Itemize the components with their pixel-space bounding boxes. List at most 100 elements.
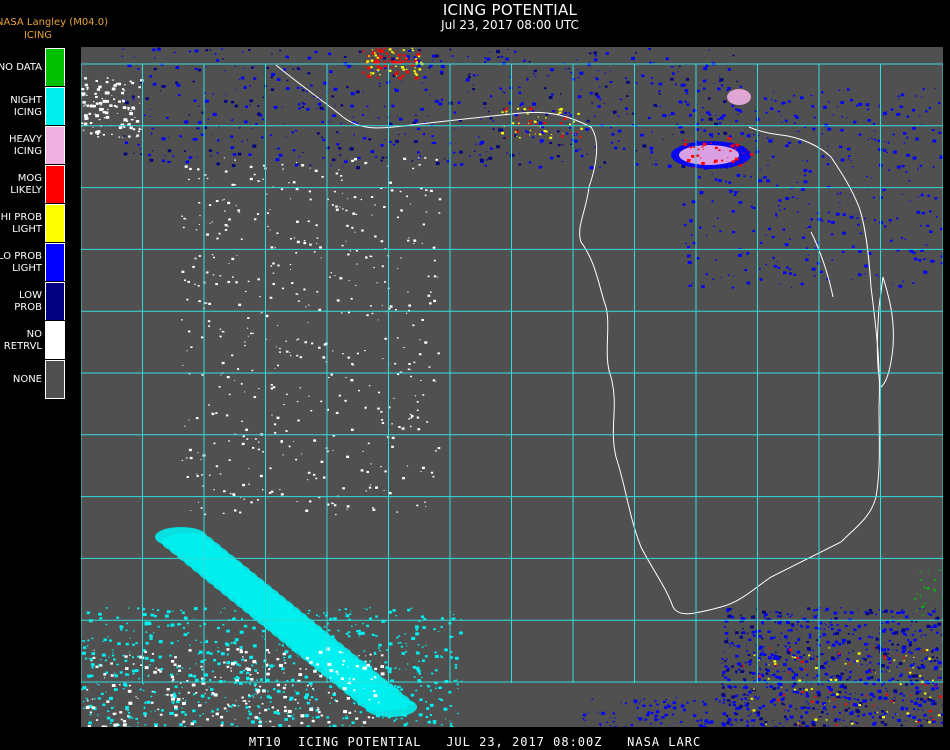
hi-prob-light-speckle <box>919 674 922 677</box>
lo-prob-light-speckle <box>122 48 125 50</box>
low-prob-speckle <box>612 110 617 114</box>
lo-prob-light-speckle <box>800 693 803 696</box>
hi-prob-light-speckle <box>767 678 770 680</box>
no-retrieval-speckle <box>83 122 88 126</box>
night-icing-speckle <box>349 725 351 727</box>
no-retrieval-speckle <box>89 711 93 714</box>
lo-prob-light-speckle <box>840 128 844 132</box>
lo-prob-light-speckle <box>772 256 775 259</box>
lo-prob-light-speckle <box>366 105 369 108</box>
lo-prob-light-speckle <box>912 282 915 284</box>
no-retrieval-speckle <box>279 351 281 353</box>
hi-prob-light-speckle <box>876 711 879 714</box>
no-retrieval-speckle <box>257 278 260 281</box>
lo-prob-light-speckle <box>767 227 772 231</box>
night-icing-speckle <box>86 611 90 615</box>
lo-prob-light-speckle <box>872 122 876 125</box>
lo-prob-light-speckle <box>901 165 905 168</box>
mog-likely-speckle <box>851 702 853 704</box>
no-retrieval-speckle <box>272 283 275 286</box>
low-prob-speckle <box>175 81 179 84</box>
legend-item-no-retrieval: NO RETRVL <box>0 321 66 360</box>
no-retrieval-speckle <box>137 130 140 133</box>
no-retrieval-speckle <box>92 104 96 108</box>
no-retrieval-speckle <box>408 237 410 239</box>
night-icing-speckle <box>394 667 397 669</box>
lo-prob-light-speckle <box>811 720 816 724</box>
low-prob-speckle <box>881 710 885 713</box>
no-retrieval-speckle <box>182 720 186 723</box>
legend-item-lo-prob-light: LO PROB LIGHT <box>0 243 66 282</box>
lo-prob-light-speckle <box>823 662 827 665</box>
low-prob-speckle <box>847 658 849 660</box>
low-prob-speckle <box>250 66 254 69</box>
lo-prob-light-speckle <box>712 173 714 175</box>
low-prob-speckle <box>449 48 452 51</box>
lo-prob-light-speckle <box>929 717 932 719</box>
lo-prob-light-speckle <box>216 59 220 62</box>
lo-prob-light-speckle <box>353 134 356 136</box>
lo-prob-light-speckle <box>844 691 847 694</box>
low-prob-speckle <box>746 702 750 705</box>
lo-prob-light-speckle <box>805 700 808 703</box>
night-icing-speckle <box>94 698 96 700</box>
mog-likely-speckle <box>528 107 532 110</box>
mog-likely-speckle <box>938 676 940 678</box>
night-icing-speckle <box>142 612 147 617</box>
lo-prob-light-speckle <box>766 179 770 183</box>
lo-prob-light-speckle <box>883 225 887 228</box>
no-retrieval-speckle <box>303 288 306 291</box>
no-retrieval-speckle <box>184 425 186 427</box>
lo-prob-light-speckle <box>871 716 875 719</box>
lo-prob-light-speckle <box>910 625 912 627</box>
lo-prob-light-speckle <box>776 670 780 673</box>
no-retrieval-speckle <box>374 235 377 238</box>
mog-likely-speckle <box>397 70 400 72</box>
lo-prob-light-speckle <box>842 719 845 722</box>
lo-prob-light-speckle <box>812 657 815 660</box>
lo-prob-light-speckle <box>813 677 816 679</box>
no-retrieval-speckle <box>127 106 130 109</box>
mog-likely-speckle <box>744 162 747 164</box>
lo-prob-light-speckle <box>840 101 845 104</box>
low-prob-speckle <box>799 637 801 639</box>
lo-prob-light-speckle <box>732 703 736 707</box>
low-prob-speckle <box>139 153 142 156</box>
no-retrieval-speckle <box>242 483 246 487</box>
no-retrieval-speckle <box>106 700 110 703</box>
night-icing-speckle <box>345 714 347 716</box>
night-icing-speckle <box>125 706 129 710</box>
lo-prob-light-speckle <box>744 702 747 704</box>
night-icing-speckle <box>406 663 409 665</box>
lo-prob-light-speckle <box>599 166 601 168</box>
low-prob-speckle <box>809 658 812 661</box>
no-retrieval-speckle <box>106 77 109 79</box>
hi-prob-light-speckle <box>925 648 929 652</box>
low-prob-speckle <box>752 677 754 679</box>
no-retrieval-speckle <box>340 175 343 177</box>
night-icing-speckle <box>149 634 153 638</box>
lo-prob-light-speckle <box>827 679 830 682</box>
no-retrieval-speckle <box>322 476 326 479</box>
lo-prob-light-speckle <box>867 635 871 638</box>
lo-prob-light-speckle <box>906 115 910 118</box>
low-prob-speckle <box>557 144 561 147</box>
lo-prob-light-speckle <box>787 629 790 632</box>
lo-prob-light-speckle <box>815 614 818 617</box>
no-retrieval-speckle <box>226 665 230 668</box>
hi-prob-light-speckle <box>893 702 895 704</box>
heavy-icing-area <box>679 145 739 165</box>
lo-prob-light-speckle <box>805 160 808 162</box>
lo-prob-light-speckle <box>844 696 848 699</box>
night-icing-speckle <box>306 701 310 705</box>
lo-prob-light-speckle <box>769 639 771 641</box>
legend-label: LO PROB LIGHT <box>0 250 42 274</box>
lo-prob-light-speckle <box>687 245 690 249</box>
lo-prob-light-speckle <box>899 105 903 109</box>
lo-prob-light-speckle <box>875 613 878 616</box>
no-retrieval-speckle <box>297 338 300 340</box>
night-icing-speckle <box>421 659 425 662</box>
lo-prob-light-speckle <box>851 710 854 713</box>
low-prob-speckle <box>743 693 746 696</box>
low-prob-speckle <box>728 703 732 706</box>
